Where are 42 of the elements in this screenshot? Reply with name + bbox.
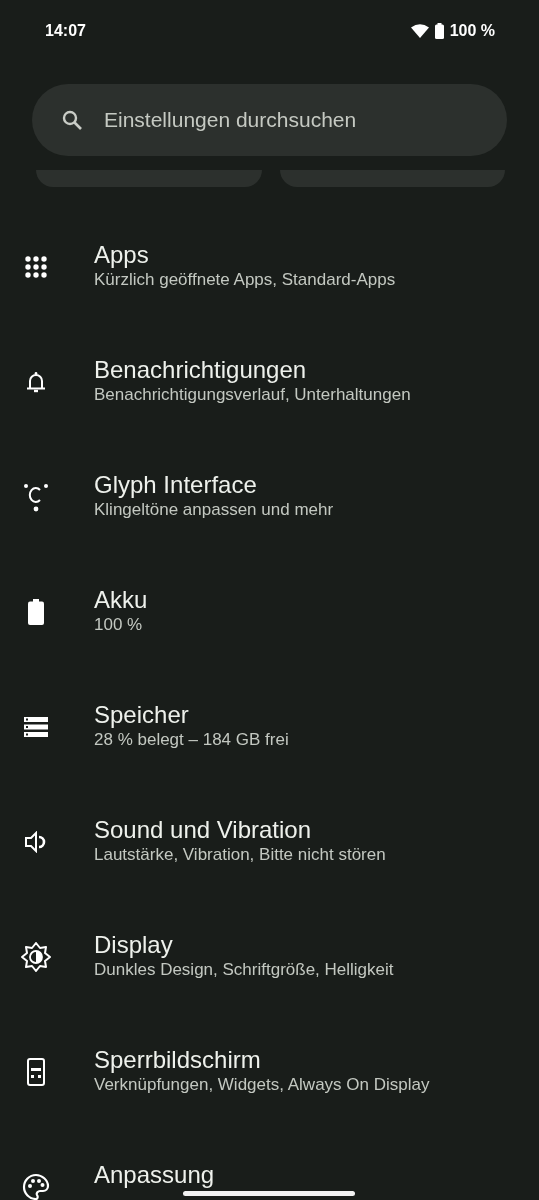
gesture-bar[interactable] [183,1191,355,1196]
settings-item[interactable]: Sound und Vibration Lautstärke, Vibration, Bitte nicht stören [0,787,539,902]
item-title: Anpassung [94,1161,215,1189]
settings-item[interactable]: Benachrichtigungen Benachrichtigungsverlauf, Unterhaltungen [0,327,539,442]
item-subtitle: Verknüpfungen, Widgets, Always On Display [94,1074,430,1096]
settings-item[interactable]: Sperrbildschirm Verknüpfungen, Widgets, Always On Display [0,1017,539,1132]
item-title: Benachrichtigungen [94,356,307,384]
storage-icon [24,717,48,737]
settings-item[interactable]: Speicher 28 % belegt – 184 GB frei [0,672,539,787]
settings-item[interactable]: Display Dunkles Design, Schriftgröße, Helligkeit [0,902,539,1017]
settings-item[interactable]: Anpassung [0,1132,539,1200]
item-subtitle: Lautstärke, Vibration, Bitte nicht stören [94,844,386,866]
item-title: Display [94,931,173,959]
item-subtitle: Kürzlich geöffnete Apps, Standard-Apps [94,269,396,291]
speaker-icon [24,831,48,853]
settings-item[interactable]: Apps Kürzlich geöffnete Apps, Standard-Apps [0,212,539,327]
item-subtitle: 100 % [94,614,143,636]
item-title: Akku [94,586,148,614]
glyph-icon [23,482,49,512]
brightness-icon [21,942,51,972]
palette-icon [22,1173,50,1200]
settings-item[interactable]: Akku 100 % [0,557,539,672]
search-icon [60,108,84,132]
clock: 14:07 [45,22,86,40]
battery-icon [434,23,444,39]
item-subtitle: Dunkles Design, Schriftgröße, Helligkeit [94,959,394,981]
item-subtitle: Benachrichtigungsverlauf, Unterhaltungen [94,384,411,406]
item-title: Glyph Interface [94,471,257,499]
item-title: Sound und Vibration [94,816,312,844]
phone-icon [27,1058,45,1086]
item-title: Sperrbildschirm [94,1046,261,1074]
wifi-icon [410,24,429,38]
item-subtitle: 28 % belegt – 184 GB frei [94,729,289,751]
item-title: Speicher [94,701,189,729]
item-subtitle: Klingeltöne anpassen und mehr [94,499,334,521]
bell-icon [26,370,46,394]
item-title: Apps [94,241,149,269]
battery-icon [28,599,44,625]
settings-item[interactable]: Glyph Interface Klingeltöne anpassen und mehr [0,442,539,557]
grid-icon [25,256,47,278]
search-field[interactable]: Einstellungen durchsuchen [32,84,507,156]
battery-percentage: 100 % [449,22,495,40]
